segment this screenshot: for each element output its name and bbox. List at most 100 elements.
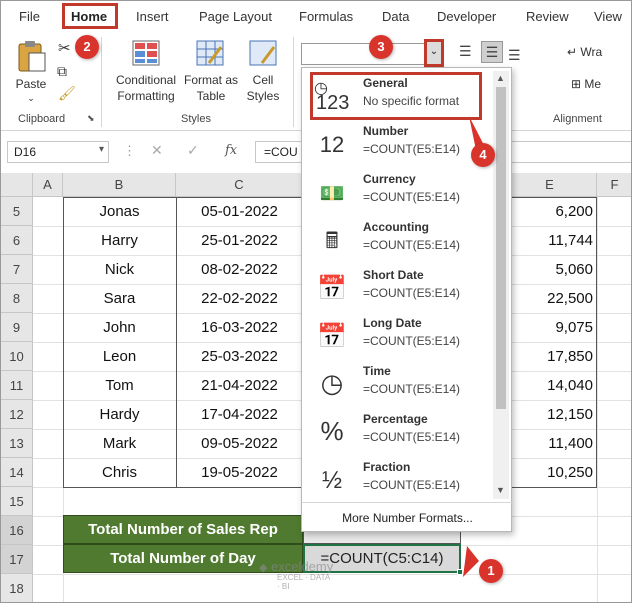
- format-preview: =COUNT(E5:E14): [363, 286, 461, 300]
- format-title: Fraction: [363, 460, 411, 474]
- scroll-down-icon[interactable]: ▼: [496, 485, 505, 495]
- cancel-icon[interactable]: ✕: [151, 142, 163, 159]
- formula-text: =COU: [264, 145, 298, 159]
- insert-function-icon[interactable]: fx: [225, 143, 237, 158]
- tab-review[interactable]: Review: [526, 9, 569, 24]
- menu-bar: File Home Insert Page Layout Formulas Da…: [1, 1, 631, 33]
- cell-styles-button[interactable]: Cell Styles: [239, 39, 287, 109]
- watermark-text: exceldemy: [271, 559, 334, 574]
- column-header-a[interactable]: A: [33, 173, 63, 197]
- number-format-dropdown-button[interactable]: ⌄: [424, 39, 444, 67]
- accounting-icon: 🖩: [325, 228, 339, 253]
- dropdown-scrollbar[interactable]: ▲ ▼: [493, 71, 509, 499]
- conditional-label-1: Conditional: [115, 73, 177, 87]
- align-center-icon[interactable]: ☰: [481, 41, 503, 63]
- long-date-icon: 📅: [317, 323, 347, 350]
- format-table-label-2: Table: [196, 89, 226, 103]
- cell-styles-label-2: Styles: [246, 89, 280, 103]
- clipboard-group-label: Clipboard: [18, 113, 66, 125]
- more-number-formats-link[interactable]: More Number Formats...: [302, 502, 513, 532]
- fill-handle[interactable]: [457, 569, 463, 575]
- watermark: ◆ exceldemy EXCEL · DATA · BI: [259, 559, 334, 591]
- format-preview: =COUNT(E5:E14): [363, 238, 461, 252]
- select-all-corner[interactable]: [1, 173, 33, 197]
- row-header[interactable]: 7: [1, 255, 33, 284]
- number-format-dropdown: 123 ◷ General No specific format 12 Number =CO…: [301, 67, 513, 532]
- enter-icon[interactable]: ✓: [187, 142, 199, 159]
- format-preview: =COUNT(E5:E14): [363, 142, 461, 156]
- number-format-option[interactable]: ◷ Time =COUNT(E5:E14): [302, 360, 494, 408]
- row-header[interactable]: 17: [1, 545, 33, 574]
- column-header-e[interactable]: E: [503, 173, 597, 197]
- cut-icon[interactable]: ✂: [58, 39, 71, 57]
- column-header-b[interactable]: B: [63, 173, 176, 197]
- dialog-launcher-icon[interactable]: ⬊: [87, 113, 95, 124]
- step-badge-2: 2: [75, 35, 99, 59]
- number-format-option[interactable]: 🖩 Accounting =COUNT(E5:E14): [302, 216, 494, 264]
- merge-button[interactable]: ⊞ Me: [571, 77, 601, 91]
- conditional-formatting-icon: [132, 40, 160, 66]
- name-box-value: D16: [14, 145, 37, 159]
- format-painter-icon[interactable]: 🖌: [58, 85, 76, 102]
- percent-icon: %: [320, 416, 344, 446]
- row-header[interactable]: 16: [1, 516, 33, 545]
- format-preview: =COUNT(E5:E14): [363, 334, 461, 348]
- row-header[interactable]: 18: [1, 574, 33, 602]
- wrap-text-label: Wra: [580, 45, 603, 59]
- divider: [293, 37, 294, 127]
- conditional-formatting-button[interactable]: Conditional Formatting: [109, 39, 183, 109]
- step-badge-1: 1: [479, 559, 503, 583]
- format-preview: =COUNT(E5:E14): [363, 478, 461, 492]
- row-header[interactable]: 13: [1, 429, 33, 458]
- table-divider: [176, 197, 177, 488]
- scroll-thumb[interactable]: [496, 87, 506, 409]
- number-format-option[interactable]: 12 Number =COUNT(E5:E14): [302, 120, 494, 168]
- align-right-icon[interactable]: ☰: [508, 47, 521, 64]
- paste-button[interactable]: Paste ⌄: [11, 39, 51, 107]
- number-format-option[interactable]: 📅 Long Date =COUNT(E5:E14): [302, 312, 494, 360]
- number-format-combo[interactable]: [301, 43, 425, 65]
- row-header[interactable]: 11: [1, 371, 33, 400]
- total-sales-rep-label: Total Number of Sales Rep: [63, 515, 303, 544]
- tab-page-layout[interactable]: Page Layout: [199, 9, 272, 24]
- tab-developer[interactable]: Developer: [437, 9, 496, 24]
- align-left-icon[interactable]: ☰: [459, 43, 472, 60]
- row-header[interactable]: 8: [1, 284, 33, 313]
- number-format-option[interactable]: % Percentage =COUNT(E5:E14): [302, 408, 494, 456]
- scroll-up-icon[interactable]: ▲: [496, 73, 505, 83]
- step-badge-4: 4: [471, 143, 495, 167]
- copy-icon[interactable]: ⧉: [57, 63, 67, 80]
- cell-styles-label-1: Cell: [252, 73, 274, 87]
- row-header[interactable]: 12: [1, 400, 33, 429]
- short-date-icon: 📅: [317, 275, 347, 302]
- number-format-option[interactable]: 📅 Short Date =COUNT(E5:E14): [302, 264, 494, 312]
- row-header[interactable]: 6: [1, 226, 33, 255]
- row-header[interactable]: 15: [1, 487, 33, 516]
- column-header-c[interactable]: C: [176, 173, 303, 197]
- number-format-option[interactable]: 💵 Currency =COUNT(E5:E14): [302, 168, 494, 216]
- tab-file[interactable]: File: [19, 9, 40, 24]
- format-title: Long Date: [363, 316, 422, 330]
- watermark-sub: EXCEL · DATA · BI: [277, 573, 330, 591]
- format-as-table-button[interactable]: Format as Table: [183, 39, 239, 109]
- row-header[interactable]: 14: [1, 458, 33, 487]
- tab-view[interactable]: View: [594, 9, 622, 24]
- number-format-option[interactable]: ½ Fraction =COUNT(E5:E14): [302, 456, 494, 504]
- wrap-text-button[interactable]: ↵ Wra: [567, 45, 602, 59]
- format-preview: =COUNT(E5:E14): [363, 382, 461, 396]
- name-box[interactable]: D16 ▾: [7, 141, 109, 163]
- row-header[interactable]: 10: [1, 342, 33, 371]
- row-header[interactable]: 5: [1, 197, 33, 226]
- day-result-formula: =COUNT(C5:C14): [320, 550, 444, 567]
- more-options-icon: ⋮: [123, 143, 136, 158]
- column-header-f[interactable]: F: [597, 173, 631, 197]
- tab-formulas[interactable]: Formulas: [299, 9, 353, 24]
- tab-insert[interactable]: Insert: [136, 9, 169, 24]
- row-header[interactable]: 9: [1, 313, 33, 342]
- format-preview: =COUNT(E5:E14): [363, 190, 461, 204]
- wrap-icon: ↵: [567, 45, 578, 59]
- tab-data[interactable]: Data: [382, 9, 409, 24]
- currency-icon: 💵: [319, 183, 345, 205]
- general-highlight: [310, 72, 482, 120]
- chevron-down-icon: ⌄: [429, 46, 439, 57]
